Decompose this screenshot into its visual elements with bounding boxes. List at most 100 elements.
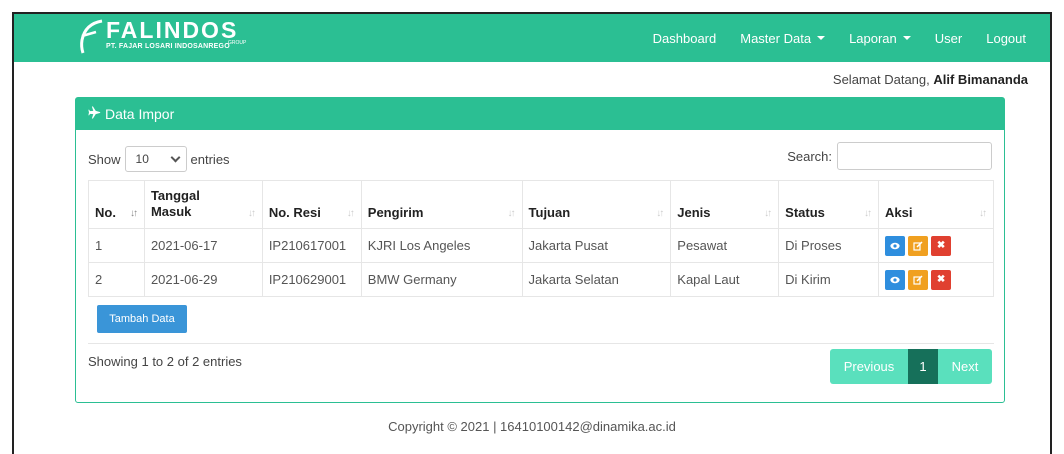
cell-resi: IP210617001 [261,228,362,263]
footer-copyright: Copyright © 2021 | 16410100142@dinamika.… [388,419,676,434]
th-label: Jenis [677,205,711,220]
close-icon: ✖ [936,240,946,251]
cell-no: 2 [88,262,145,297]
welcome-user-name: Alif Bimananda [933,72,1028,87]
table-search: Search: [787,142,992,170]
cell-tujuan: Jakarta Selatan [521,262,672,297]
table-controls: Show 10 entries Search: [88,142,992,172]
plane-icon [88,106,101,122]
close-icon: ✖ [936,274,946,285]
data-table: No. ↓↑ Tanggal Masuk ↓↑ No. Resi ↓↑ Pengiri… [88,180,994,297]
cell-tanggal: 2021-06-29 [143,262,263,297]
delete-button[interactable]: ✖ [931,269,952,290]
th-label: Pengirim [367,205,424,220]
table-row: 1 2021-06-17 IP210617001 KJRI Los Angele… [88,228,994,263]
cell-jenis: Pesawat [670,228,780,263]
eye-icon [890,242,900,249]
search-input[interactable] [837,142,992,170]
caret-down-icon [817,36,826,40]
th-label: No. Resi [268,205,321,220]
sort-icon: ↓↑ [346,208,355,219]
nav-master-data[interactable]: Master Data [740,30,826,46]
brand-subtitle: PT. FAJAR LOSARI INDOSANREGO [106,43,230,50]
brand-name: FALINDOS [106,17,239,43]
view-button[interactable] [885,235,906,256]
table-divider [88,343,994,344]
sort-asc-icon: ↓↑ [129,208,138,219]
pagination-previous[interactable]: Previous [830,349,908,384]
data-impor-panel: Data Impor Show 10 entries Search: No. ↓↑… [75,97,1005,403]
panel-heading: Data Impor [76,98,1004,130]
view-button[interactable] [885,269,906,290]
entries-length: Show 10 entries [88,146,230,172]
edit-button[interactable] [908,235,929,256]
pagination: Previous 1 Next [830,349,992,384]
cell-no: 1 [88,228,145,263]
th-tujuan[interactable]: Tujuan ↓↑ [521,180,672,229]
sort-icon: ↓↑ [507,208,516,219]
nav-logout-label: Logout [986,30,1026,46]
delete-button[interactable]: ✖ [931,235,952,256]
entries-select-value: 10 [135,152,149,166]
th-label: No. [95,205,116,220]
cell-pengirim: BMW Germany [360,262,523,297]
panel-title: Data Impor [105,106,175,122]
cell-jenis: Kapal Laut [670,262,780,297]
cell-aksi: ✖ [878,262,994,297]
table-header-row: No. ↓↑ Tanggal Masuk ↓↑ No. Resi ↓↑ Pengiri… [88,180,994,229]
nav-master-data-label: Master Data [740,30,812,46]
main-nav: Dashboard Master Data Laporan User Logou… [653,14,1050,62]
nav-logout[interactable]: Logout [986,31,1026,46]
th-aksi[interactable]: Aksi ↓↑ [878,180,994,229]
th-label: Aksi [885,205,913,220]
sort-icon: ↓↑ [979,208,987,219]
table-info: Showing 1 to 2 of 2 entries [88,354,242,369]
table-row: 2 2021-06-29 IP210629001 BMW Germany Jak… [88,262,994,297]
nav-user[interactable]: User [935,31,962,46]
sort-icon: ↓↑ [864,208,872,219]
navbar: FALINDOS PT. FAJAR LOSARI INDOSANREGO GR… [14,14,1050,62]
nav-laporan-label: Laporan [849,30,897,46]
cell-aksi: ✖ [878,228,994,263]
caret-down-icon [902,36,911,40]
th-no[interactable]: No. ↓↑ [88,180,145,229]
brand-logo[interactable]: FALINDOS PT. FAJAR LOSARI INDOSANREGO GR… [76,17,246,54]
th-no-resi[interactable]: No. Resi ↓↑ [261,180,362,229]
sort-icon: ↓↑ [764,208,772,219]
nav-laporan[interactable]: Laporan [849,31,911,46]
chevron-down-icon [170,152,180,162]
th-label: Tanggal Masuk [150,188,200,219]
pagination-next[interactable]: Next [938,349,992,384]
edit-button[interactable] [908,269,929,290]
th-jenis[interactable]: Jenis ↓↑ [670,180,780,229]
cell-resi: IP210629001 [261,262,362,297]
edit-icon [913,240,923,251]
tambah-data-button[interactable]: Tambah Data [97,305,187,333]
brand-group: GROUP [228,40,247,46]
cell-pengirim: KJRI Los Angeles [360,228,523,263]
edit-icon [913,274,923,285]
falindos-mark-icon [76,18,104,54]
cell-tujuan: Jakarta Pusat [521,228,672,263]
nav-dashboard[interactable]: Dashboard [653,31,717,46]
sort-icon: ↓↑ [247,208,256,219]
app-frame: FALINDOS PT. FAJAR LOSARI INDOSANREGO GR… [12,12,1052,454]
pagination-page-1[interactable]: 1 [908,349,938,384]
show-label: Show [88,151,121,167]
th-tanggal-masuk[interactable]: Tanggal Masuk ↓↑ [143,180,263,229]
welcome-greeting: Selamat Datang, [832,72,930,87]
eye-icon [890,276,900,283]
th-status[interactable]: Status ↓↑ [778,180,880,229]
cell-tanggal: 2021-06-17 [143,228,263,263]
search-label: Search: [787,148,832,164]
entries-label: entries [190,151,230,167]
th-pengirim[interactable]: Pengirim ↓↑ [360,180,523,229]
sort-icon: ↓↑ [656,208,664,219]
nav-dashboard-label: Dashboard [652,30,717,46]
welcome-text: Selamat Datang, Alif Bimananda [833,72,1028,87]
entries-select[interactable]: 10 [124,146,187,172]
th-label: Status [785,205,825,220]
nav-user-label: User [934,30,963,46]
cell-status: Di Proses [778,228,880,263]
cell-status: Di Kirim [778,262,880,297]
